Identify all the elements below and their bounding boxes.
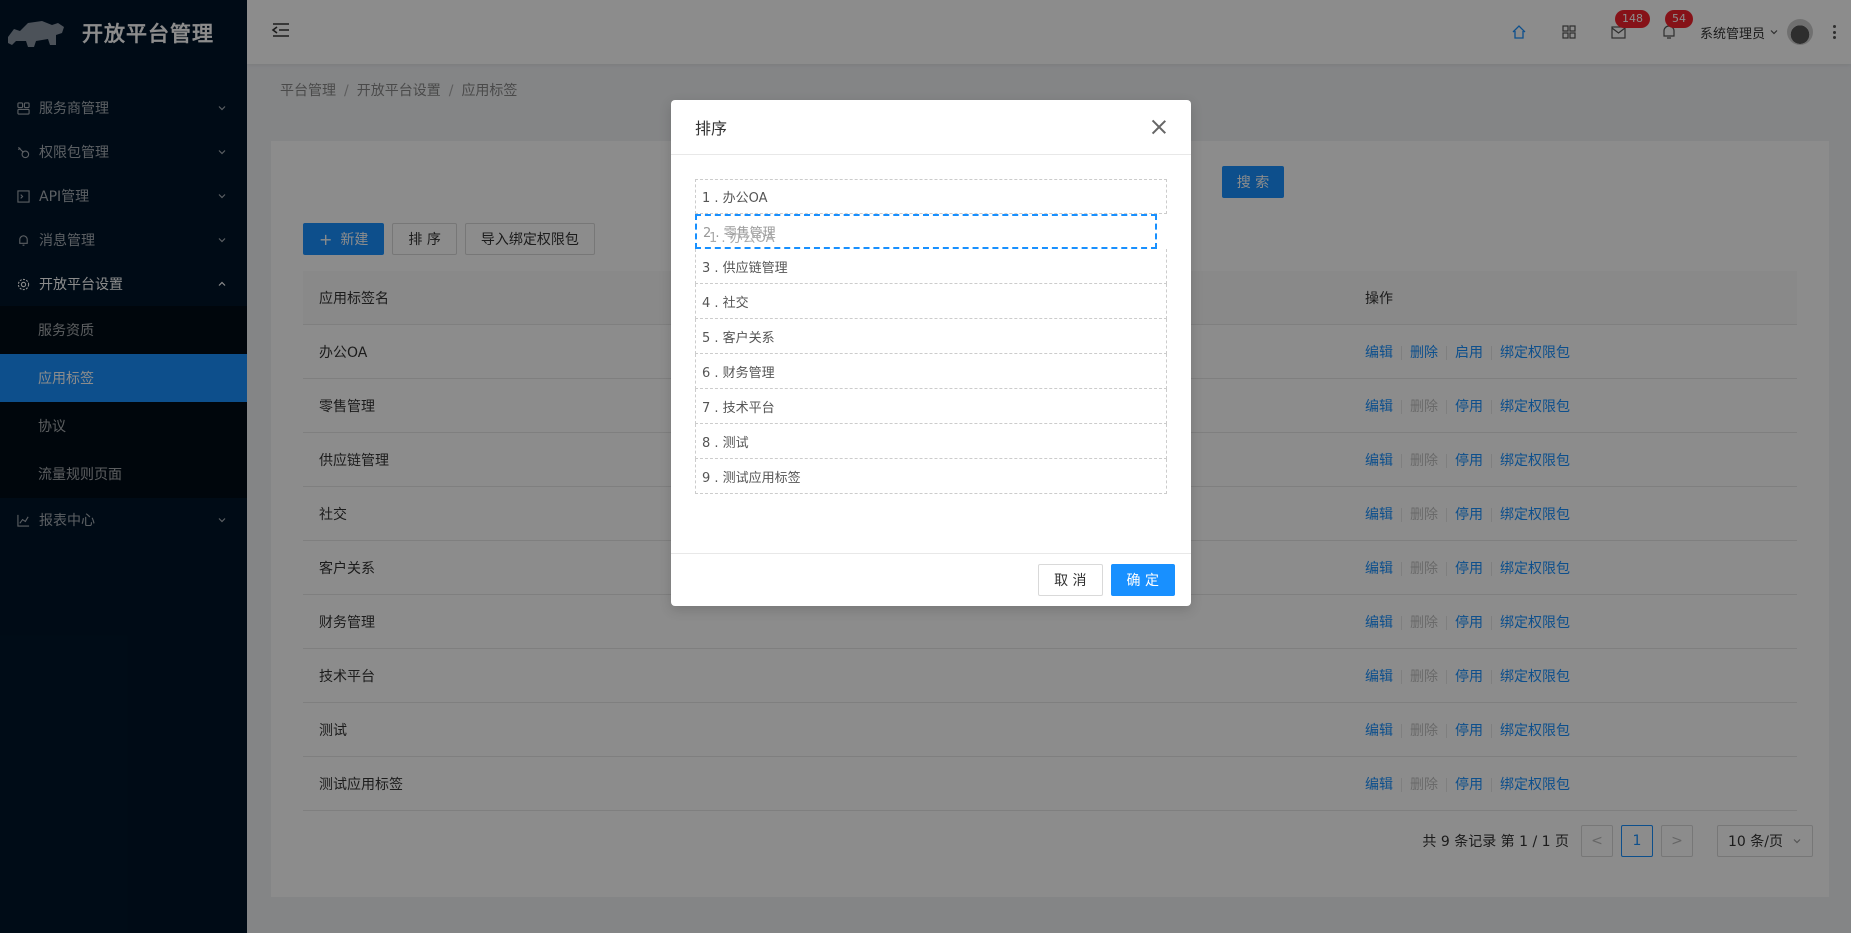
sort-item-label: 1 . 办公OA	[702, 191, 768, 206]
sort-item-label: 4 . 社交	[702, 295, 749, 311]
modal-header: 排序	[671, 100, 1191, 155]
sort-item-label: 9 . 测试应用标签	[702, 470, 801, 486]
modal-footer: 取 消 确 定	[671, 553, 1191, 606]
sort-item[interactable]: 3 . 供应链管理	[695, 249, 1167, 284]
sort-item[interactable]: 5 . 客户关系	[695, 319, 1167, 354]
modal-body: 1 . 办公OA 2 . 零售管理 1 . 办公OA 3 . 供应链管理 4 . 社交 5…	[671, 155, 1191, 553]
sort-item-label: 3 . 供应链管理	[702, 260, 788, 276]
ok-button[interactable]: 确 定	[1110, 564, 1175, 596]
sort-list: 1 . 办公OA 2 . 零售管理 1 . 办公OA 3 . 供应链管理 4 . 社交 5…	[695, 179, 1167, 494]
modal-title: 排序	[695, 119, 728, 138]
sort-item[interactable]: 7 . 技术平台	[695, 389, 1167, 424]
sort-modal: 排序 1 . 办公OA 2 . 零售管理 1 . 办公OA 3 . 供应链管理 4 . …	[671, 100, 1191, 606]
sort-item[interactable]: 9 . 测试应用标签	[695, 459, 1167, 494]
sort-item-label: 8 . 测试	[702, 435, 749, 451]
sort-item-label: 5 . 客户关系	[702, 330, 775, 346]
cancel-button[interactable]: 取 消	[1038, 564, 1103, 596]
sort-item-label: 7 . 技术平台	[702, 400, 775, 416]
sort-item-label: 6 . 财务管理	[702, 365, 775, 381]
sort-item[interactable]: 4 . 社交	[695, 284, 1167, 319]
sort-item[interactable]: 6 . 财务管理	[695, 354, 1167, 389]
close-icon[interactable]	[1151, 119, 1167, 135]
sort-item[interactable]: 1 . 办公OA	[695, 179, 1167, 214]
drag-ghost-label: 1 . 办公OA	[709, 231, 775, 246]
sort-item[interactable]: 2 . 零售管理 1 . 办公OA	[695, 214, 1157, 249]
sort-item[interactable]: 8 . 测试	[695, 424, 1167, 459]
